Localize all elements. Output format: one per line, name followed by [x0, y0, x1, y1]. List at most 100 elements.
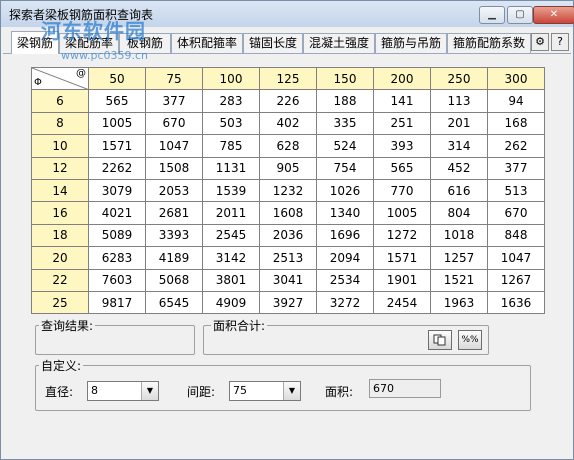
area-cell[interactable]: 4909	[202, 290, 260, 315]
area-cell[interactable]: 377	[487, 156, 545, 180]
area-cell[interactable]: 3801	[202, 268, 260, 292]
area-cell[interactable]: 1508	[145, 156, 203, 180]
area-cell[interactable]: 1005	[373, 201, 431, 225]
area-cell[interactable]: 2094	[316, 246, 374, 270]
area-cell[interactable]: 6283	[88, 246, 146, 270]
area-cell[interactable]: 1257	[430, 246, 488, 270]
table-row: 8 1005 670 503 402 335 251 201 168	[31, 111, 545, 136]
area-cell[interactable]: 848	[487, 223, 545, 248]
area-cell[interactable]: 503	[202, 111, 260, 136]
area-cell[interactable]: 565	[88, 89, 146, 113]
area-cell[interactable]: 670	[487, 201, 545, 225]
area-cell[interactable]: 1571	[88, 134, 146, 158]
area-cell[interactable]: 226	[259, 89, 317, 113]
area-cell[interactable]: 1272	[373, 223, 431, 248]
area-cell[interactable]: 2262	[88, 156, 146, 180]
area-cell[interactable]: 262	[487, 134, 545, 158]
clear-button[interactable]: %%	[458, 330, 482, 350]
area-cell[interactable]: 1047	[487, 246, 545, 270]
area-cell[interactable]: 2545	[202, 223, 260, 248]
area-cell[interactable]: 402	[259, 111, 317, 136]
area-cell[interactable]: 7603	[88, 268, 146, 292]
area-cell[interactable]: 628	[259, 134, 317, 158]
area-cell[interactable]: 377	[145, 89, 203, 113]
area-cell[interactable]: 670	[145, 111, 203, 136]
minimize-button[interactable]: ▁	[479, 6, 505, 24]
area-cell[interactable]: 113	[430, 89, 488, 113]
chevron-down-icon[interactable]: ▼	[283, 382, 300, 400]
tab-stirrup-coef[interactable]: 箍筋配筋系数	[447, 33, 531, 53]
area-cell[interactable]: 513	[487, 178, 545, 203]
area-cell[interactable]: 754	[316, 156, 374, 180]
tab-volume-stirrup[interactable]: 体积配箍率	[171, 33, 243, 53]
area-cell[interactable]: 188	[316, 89, 374, 113]
area-cell[interactable]: 3272	[316, 290, 374, 315]
area-cell[interactable]: 1018	[430, 223, 488, 248]
area-cell[interactable]: 1696	[316, 223, 374, 248]
area-cell[interactable]: 9817	[88, 290, 146, 315]
area-cell[interactable]: 1539	[202, 178, 260, 203]
table-row: 18 5089 3393 2545 2036 1696 1272 1018 84…	[31, 223, 545, 248]
area-cell[interactable]: 616	[430, 178, 488, 203]
area-cell[interactable]: 314	[430, 134, 488, 158]
area-cell[interactable]: 2454	[373, 290, 431, 315]
area-cell[interactable]: 2513	[259, 246, 317, 270]
area-cell[interactable]: 5089	[88, 223, 146, 248]
area-cell[interactable]: 1636	[487, 290, 545, 315]
area-cell[interactable]: 1340	[316, 201, 374, 225]
area-cell[interactable]: 2534	[316, 268, 374, 292]
tab-anchorage[interactable]: 锚固长度	[243, 33, 303, 53]
area-cell[interactable]: 3079	[88, 178, 146, 203]
area-cell[interactable]: 524	[316, 134, 374, 158]
area-cell[interactable]: 2036	[259, 223, 317, 248]
spacing-select[interactable]: 75 ▼	[229, 381, 301, 401]
help-icon[interactable]: ?	[551, 33, 569, 51]
area-cell[interactable]: 6545	[145, 290, 203, 315]
area-cell[interactable]: 3927	[259, 290, 317, 315]
copy-icon	[433, 334, 446, 346]
area-cell[interactable]: 1026	[316, 178, 374, 203]
area-cell[interactable]: 1963	[430, 290, 488, 315]
area-cell[interactable]: 5068	[145, 268, 203, 292]
area-cell[interactable]: 3393	[145, 223, 203, 248]
settings-icon[interactable]: ⚙	[531, 33, 549, 51]
area-cell[interactable]: 804	[430, 201, 488, 225]
area-cell[interactable]: 335	[316, 111, 374, 136]
area-cell[interactable]: 1571	[373, 246, 431, 270]
chevron-down-icon[interactable]: ▼	[141, 382, 158, 400]
area-cell[interactable]: 1005	[88, 111, 146, 136]
area-cell[interactable]: 770	[373, 178, 431, 203]
area-cell[interactable]: 168	[487, 111, 545, 136]
area-cell[interactable]: 2011	[202, 201, 260, 225]
diameter-select[interactable]: 8 ▼	[87, 381, 159, 401]
tab-concrete[interactable]: 混凝土强度	[303, 33, 375, 53]
area-cell[interactable]: 452	[430, 156, 488, 180]
area-cell[interactable]: 4189	[145, 246, 203, 270]
area-cell[interactable]: 3142	[202, 246, 260, 270]
copy-button[interactable]	[428, 330, 452, 350]
maximize-button[interactable]: ▢	[507, 6, 533, 24]
area-cell[interactable]: 4021	[88, 201, 146, 225]
area-cell[interactable]: 3041	[259, 268, 317, 292]
area-cell[interactable]: 905	[259, 156, 317, 180]
area-cell[interactable]: 2053	[145, 178, 203, 203]
area-cell[interactable]: 1047	[145, 134, 203, 158]
close-button[interactable]: ✕	[533, 6, 574, 24]
area-cell[interactable]: 2681	[145, 201, 203, 225]
area-cell[interactable]: 785	[202, 134, 260, 158]
area-cell[interactable]: 393	[373, 134, 431, 158]
area-cell[interactable]: 1131	[202, 156, 260, 180]
area-cell[interactable]: 1608	[259, 201, 317, 225]
area-cell[interactable]: 1521	[430, 268, 488, 292]
tab-stirrup-hanger[interactable]: 箍筋与吊筋	[375, 33, 447, 53]
area-cell[interactable]: 1232	[259, 178, 317, 203]
area-cell[interactable]: 94	[487, 89, 545, 113]
area-cell[interactable]: 1901	[373, 268, 431, 292]
area-cell[interactable]: 283	[202, 89, 260, 113]
spacing-header: 50	[88, 66, 146, 91]
area-cell[interactable]: 201	[430, 111, 488, 136]
area-cell[interactable]: 1267	[487, 268, 545, 292]
area-cell[interactable]: 141	[373, 89, 431, 113]
area-cell[interactable]: 565	[373, 156, 431, 180]
area-cell[interactable]: 251	[373, 111, 431, 136]
